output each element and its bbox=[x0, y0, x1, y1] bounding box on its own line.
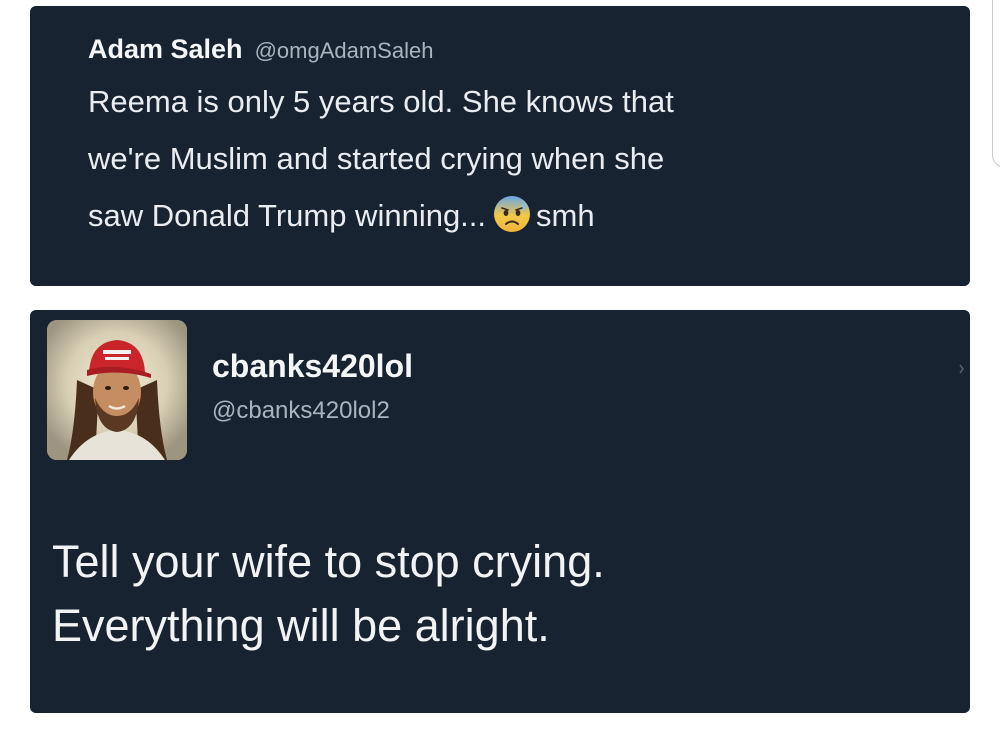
tweet-text-line: Everything will be alright. bbox=[52, 600, 550, 651]
display-name[interactable]: cbanks420lol bbox=[212, 348, 413, 385]
avatar[interactable] bbox=[47, 320, 187, 460]
chevron-down-icon[interactable] bbox=[958, 362, 968, 376]
tweet-text: Reema is only 5 years old. She knows tha… bbox=[88, 73, 930, 244]
anxious-face-icon bbox=[494, 196, 531, 232]
screen-edge-decoration bbox=[992, 0, 1000, 168]
tweet-text-line: saw Donald Trump winning... smh bbox=[88, 187, 930, 244]
tweet-card-top[interactable]: Adam Saleh @omgAdamSaleh Reema is only 5… bbox=[30, 6, 970, 286]
screenshot: { "tweet_top": { "display_name": "Adam S… bbox=[0, 0, 1000, 733]
tweet-text-segment: saw Donald Trump winning... bbox=[88, 198, 487, 233]
tweet-card-bottom[interactable]: cbanks420lol @cbanks420lol2 Tell your wi… bbox=[30, 310, 970, 713]
tweet-text-line: Tell your wife to stop crying. bbox=[52, 536, 605, 587]
tweet-text-line: we're Muslim and started crying when she bbox=[88, 141, 665, 176]
avatar-image bbox=[47, 320, 187, 460]
user-handle[interactable]: @cbanks420lol2 bbox=[212, 397, 413, 425]
tweet-text-segment: smh bbox=[536, 198, 595, 233]
user-info: cbanks420lol @cbanks420lol2 bbox=[212, 348, 413, 425]
display-name[interactable]: Adam Saleh bbox=[88, 34, 243, 65]
tweet-text-line: Reema is only 5 years old. She knows tha… bbox=[88, 84, 674, 119]
tweet-header: Adam Saleh @omgAdamSaleh bbox=[88, 34, 930, 65]
tweet-text: Tell your wife to stop crying. Everythin… bbox=[52, 530, 605, 658]
user-handle[interactable]: @omgAdamSaleh bbox=[255, 38, 434, 64]
